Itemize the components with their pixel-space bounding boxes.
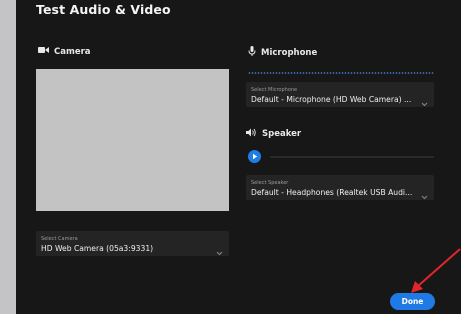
speaker-label: Speaker: [262, 129, 302, 139]
camera-label: Camera: [54, 46, 91, 57]
chevron-down-icon: [216, 241, 223, 260]
camera-select-caption: Select Camera: [41, 236, 78, 242]
speaker-section-label: Speaker: [246, 128, 301, 140]
camera-section-label: Camera: [38, 46, 91, 57]
speaker-test-progress-track[interactable]: [270, 156, 434, 158]
microphone-label: Microphone: [261, 47, 318, 58]
chevron-down-icon: [421, 185, 428, 204]
microphone-select-value: Default - Microphone (HD Web Camera) ...: [251, 95, 412, 104]
microphone-section-label: Microphone: [248, 46, 317, 59]
microphone-icon: [248, 46, 256, 59]
speaker-select[interactable]: Select Speaker Default - Headphones (Rea…: [246, 175, 434, 200]
microphone-select[interactable]: Select Microphone Default - Microphone (…: [246, 82, 434, 107]
camera-preview: [36, 69, 229, 211]
camera-select-value: HD Web Camera (05a3:9331): [41, 244, 154, 253]
chevron-down-icon: [421, 92, 428, 111]
microphone-select-caption: Select Microphone: [251, 87, 298, 93]
microphone-level-meter: [248, 72, 434, 74]
done-button[interactable]: Done: [390, 293, 435, 310]
speaker-select-value: Default - Headphones (Realtek USB Audi..…: [251, 188, 413, 197]
speaker-select-caption: Select Speaker: [251, 180, 289, 186]
play-test-sound-button[interactable]: [248, 150, 261, 163]
camera-select[interactable]: Select Camera HD Web Camera (05a3:9331): [36, 231, 229, 256]
dialog-title: Test Audio & Video: [36, 2, 171, 17]
video-camera-icon: [38, 46, 49, 57]
speaker-icon: [246, 128, 257, 140]
